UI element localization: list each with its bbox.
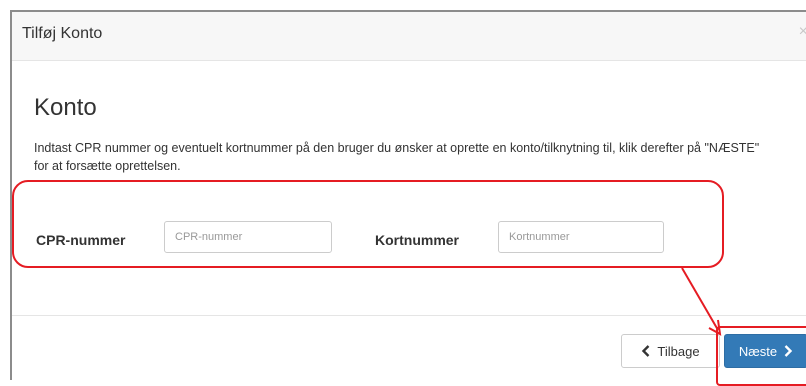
- close-icon[interactable]: ×: [799, 23, 806, 41]
- chevron-left-icon: [642, 345, 650, 357]
- next-button-highlight: [716, 326, 806, 386]
- back-button[interactable]: Tilbage: [621, 334, 720, 368]
- instructions-text: Indtast CPR nummer og eventuelt kortnumm…: [34, 141, 760, 173]
- dialog-header: Tilføj Konto ×: [12, 12, 806, 61]
- form-highlight-box: [12, 180, 724, 268]
- back-button-label: Tilbage: [657, 343, 700, 359]
- section-title: Konto: [34, 94, 97, 121]
- dialog-title: Tilføj Konto: [22, 25, 103, 42]
- footer-divider: [12, 315, 806, 316]
